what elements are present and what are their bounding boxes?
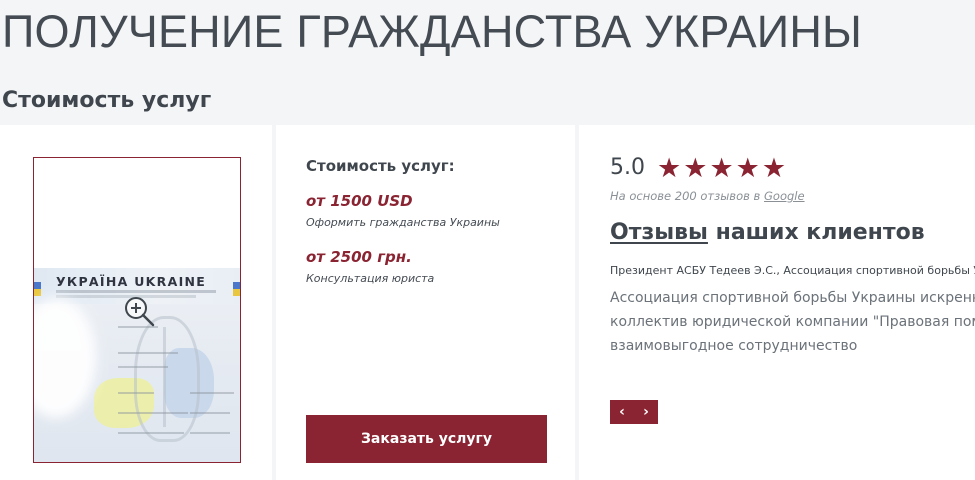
passport-field-line xyxy=(190,412,230,414)
flag-icon xyxy=(34,282,41,296)
passport-field-line xyxy=(190,392,234,394)
review-text-line: коллектив юридической компании "Правовая… xyxy=(610,314,975,330)
rating-stars: ★ ★ ★ ★ ★ xyxy=(657,154,786,182)
passport-field-line xyxy=(118,352,178,354)
passport-field-line xyxy=(118,392,154,394)
trident-emblem xyxy=(134,316,200,442)
passport-field-line xyxy=(118,432,184,434)
pricing-panel: Стоимость услуг: от 1500 USD Оформить гр… xyxy=(276,125,575,480)
flag-icon xyxy=(233,282,240,296)
passport-field-line xyxy=(118,366,168,368)
star-icon: ★ xyxy=(683,153,708,183)
price-description: Консультация юриста xyxy=(306,272,435,285)
section-title: Стоимость услуг xyxy=(2,88,212,113)
reviews-heading: Отзывы наших клиентов xyxy=(610,220,925,245)
review-slider-controls: ‹ › xyxy=(610,400,658,424)
photo-area xyxy=(34,298,96,418)
passport-heading: УКРАЇНА UKRAINE xyxy=(56,274,207,289)
review-text-line: Ассоциация спортивной борьбы Украины иск… xyxy=(610,290,975,306)
passport-field-line xyxy=(118,412,188,414)
passport-panel: УКРАЇНА UKRAINE xyxy=(0,125,272,480)
star-icon: ★ xyxy=(709,153,734,183)
price-amount: от 2500 грн. xyxy=(306,248,412,266)
reviews-link[interactable]: Отзывы xyxy=(610,220,708,245)
next-arrow-icon[interactable]: › xyxy=(634,400,658,424)
star-icon: ★ xyxy=(735,153,760,183)
price-amount: от 1500 USD xyxy=(306,192,413,210)
order-service-button[interactable]: Заказать услугу xyxy=(306,415,547,463)
google-link[interactable]: Google xyxy=(764,189,805,203)
review-text-line: взаимовыгодное сотрудничество xyxy=(610,338,858,354)
zoom-in-icon[interactable] xyxy=(122,294,156,328)
reviews-heading-rest: наших клиентов xyxy=(707,220,925,245)
passport-field-line xyxy=(190,432,230,434)
star-icon: ★ xyxy=(761,153,787,183)
pricing-heading: Стоимость услуг: xyxy=(306,157,455,175)
review-text: Ассоциация спортивной борьбы Украины иск… xyxy=(610,286,975,358)
price-description: Оформить гражданства Украины xyxy=(306,216,500,229)
rating-score: 5.0 xyxy=(610,155,645,180)
rating-note-text: На основе 200 отзывов в xyxy=(610,189,764,203)
passport-image[interactable]: УКРАЇНА UKRAINE xyxy=(33,157,241,463)
passport-page: УКРАЇНА UKRAINE xyxy=(34,268,240,462)
page-title: ПОЛУЧЕНИЕ ГРАЖДАНСТВА УКРАИНЫ xyxy=(2,6,863,57)
review-author: Президент АСБУ Тедеев Э.С., Ассоциация с… xyxy=(610,264,975,277)
passport-subline xyxy=(56,290,216,293)
prev-arrow-icon[interactable]: ‹ xyxy=(610,400,634,424)
reviews-panel: 5.0 ★ ★ ★ ★ ★ На основе 200 отзывов в Go… xyxy=(579,125,975,480)
rating-note: На основе 200 отзывов в Google xyxy=(610,189,805,203)
star-icon: ★ xyxy=(657,153,682,183)
